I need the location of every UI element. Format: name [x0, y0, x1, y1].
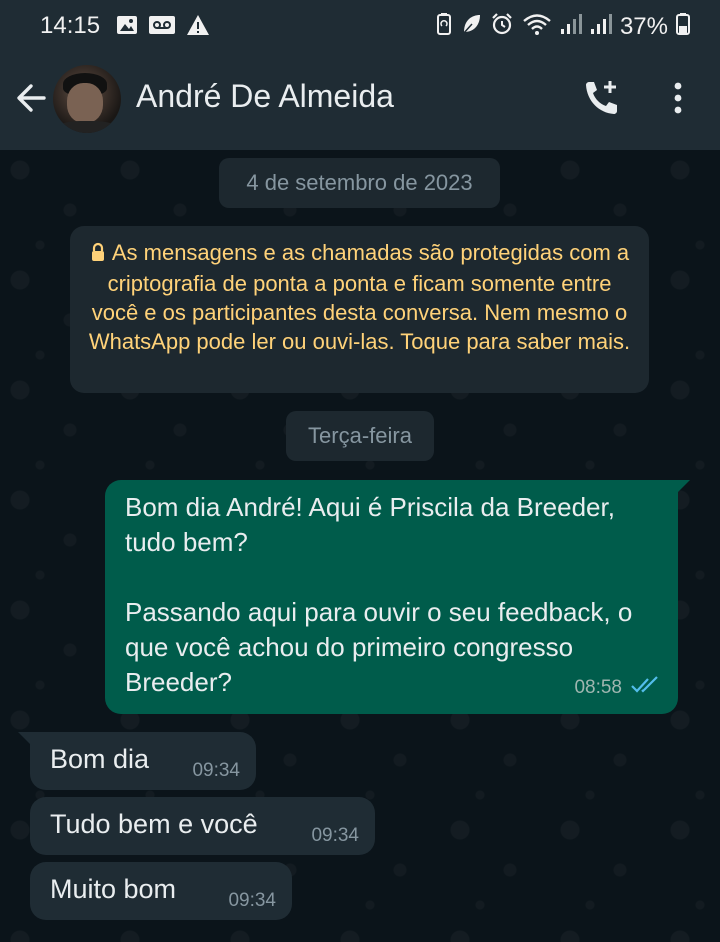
wifi-icon — [522, 12, 552, 41]
message-time: 09:34 — [311, 825, 359, 846]
chat-header: André De Almeida — [0, 52, 720, 150]
voicemail-icon — [148, 14, 176, 41]
image-icon — [116, 14, 138, 41]
alarm-icon — [490, 12, 514, 41]
message-text: Bom dia André! Aqui é Priscila da Breede… — [125, 492, 633, 697]
encryption-notice-text: As mensagens e as chamadas são protegida… — [88, 240, 631, 354]
message-time: 09:34 — [192, 760, 240, 781]
alert-icon — [186, 14, 210, 41]
add-call-icon[interactable] — [580, 78, 622, 125]
signal-icon — [560, 12, 582, 41]
outgoing-message[interactable]: Bom dia André! Aqui é Priscila da Breede… — [105, 480, 690, 714]
battery-saver-icon — [436, 12, 452, 41]
status-right-icons: 37% — [436, 12, 690, 41]
message-text: Tudo bem e você — [50, 809, 258, 839]
day-divider: Terça-feira — [286, 411, 434, 461]
status-time: 14:15 — [40, 12, 101, 39]
status-left-icons — [116, 14, 210, 41]
more-options-icon[interactable] — [668, 80, 688, 125]
encryption-notice[interactable]: As mensagens e as chamadas são protegida… — [70, 226, 649, 393]
signal-icon — [590, 12, 612, 41]
lock-icon — [90, 240, 106, 269]
incoming-message[interactable]: Muito bom 09:34 — [30, 862, 292, 920]
day-divider-label: Terça-feira — [308, 423, 412, 448]
contact-name[interactable]: André De Almeida — [136, 78, 394, 115]
status-bar: 14:15 37% — [0, 0, 720, 52]
message-text: Muito bom — [50, 874, 177, 904]
battery-icon — [676, 12, 690, 41]
avatar[interactable] — [53, 65, 121, 133]
date-divider: 4 de setembro de 2023 — [219, 158, 500, 208]
message-time: 08:58 — [574, 676, 622, 698]
double-check-read-icon — [630, 675, 662, 700]
leaf-icon — [460, 12, 482, 41]
message-meta: 08:58 — [574, 675, 662, 700]
battery-percent: 37% — [619, 12, 668, 40]
back-arrow-icon[interactable] — [14, 80, 50, 121]
incoming-message[interactable]: Bom dia 09:34 — [18, 732, 256, 790]
message-text: Bom dia — [50, 744, 150, 774]
message-time: 09:34 — [228, 890, 276, 911]
incoming-message[interactable]: Tudo bem e você 09:34 — [30, 797, 375, 855]
chat-area[interactable]: 4 de setembro de 2023 As mensagens e as … — [0, 150, 720, 942]
date-divider-label: 4 de setembro de 2023 — [246, 170, 473, 195]
